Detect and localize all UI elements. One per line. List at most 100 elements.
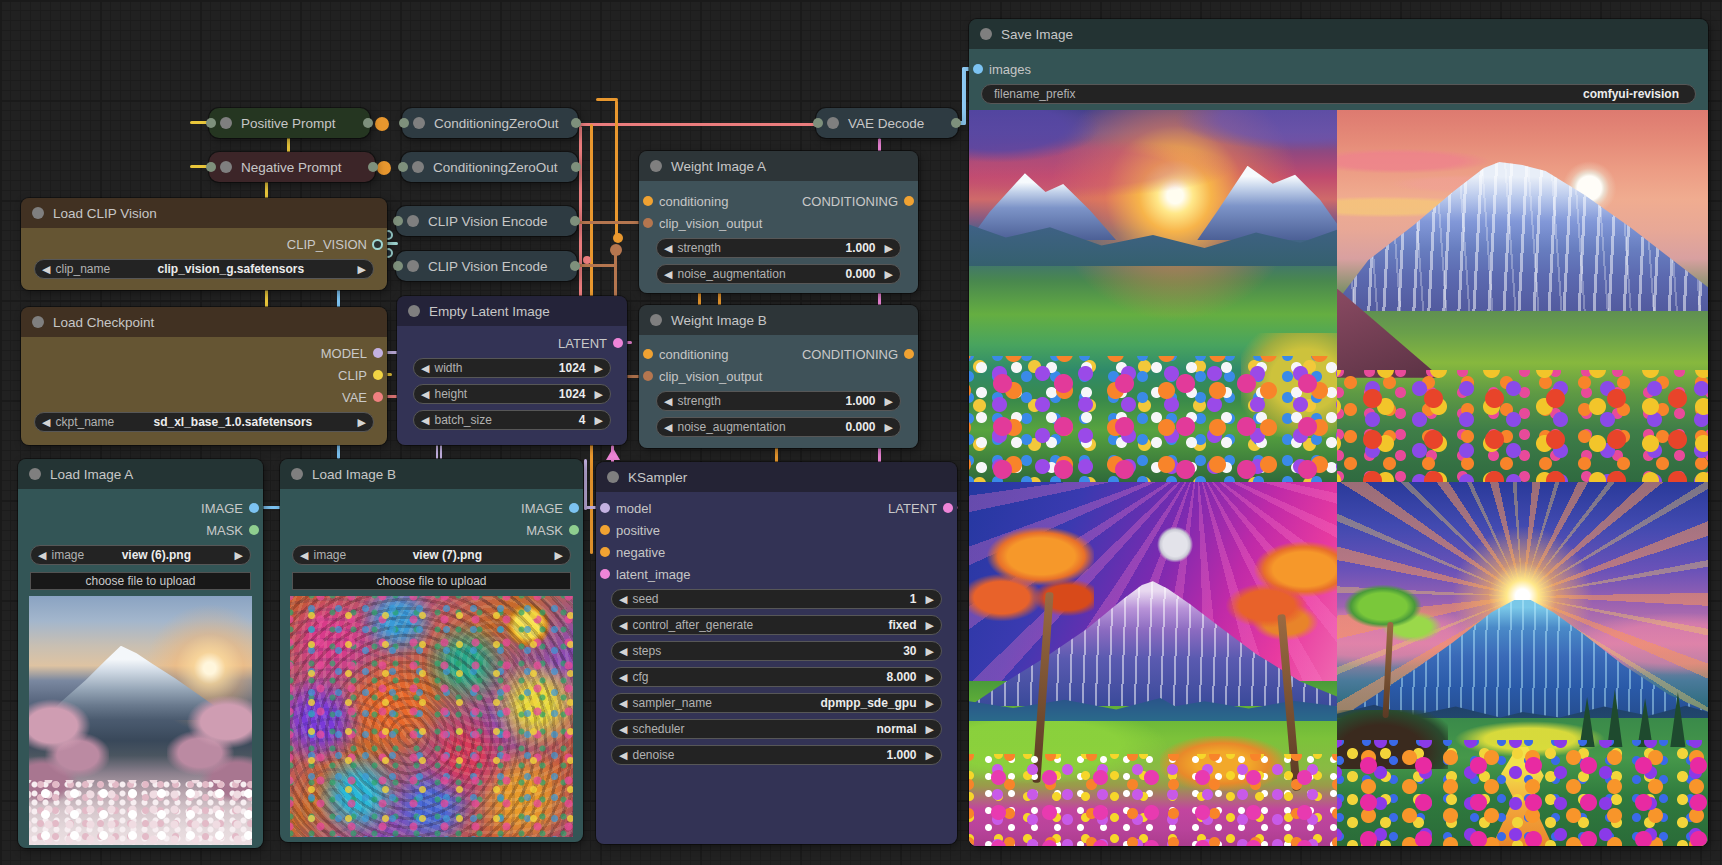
clip-vision-output-slot[interactable] <box>570 216 580 226</box>
increment-arrow[interactable]: ▶ <box>885 268 893 281</box>
MODEL-output-slot[interactable] <box>373 348 383 358</box>
conditioning-output-slot[interactable] <box>571 162 581 172</box>
samples-input-slot[interactable] <box>813 118 823 128</box>
collapse-dot[interactable] <box>413 117 425 129</box>
widget-image[interactable]: ◀imageview (7).png▶ <box>292 545 571 565</box>
CLIP-output-slot[interactable] <box>373 370 383 380</box>
increment-arrow[interactable]: ▶ <box>926 593 934 606</box>
decrement-arrow[interactable]: ◀ <box>421 362 429 375</box>
choose-file-button[interactable]: choose file to upload <box>30 572 251 590</box>
node-load-image-b[interactable]: Load Image B IMAGEMASK ◀imageview (7).pn… <box>280 459 583 842</box>
load-image-b-preview[interactable] <box>290 596 573 837</box>
clip_vision_output-input-slot[interactable] <box>643 218 653 228</box>
widget-denoise[interactable]: ◀denoise1.000▶ <box>611 745 942 765</box>
collapse-dot[interactable] <box>408 305 420 317</box>
model-input-slot[interactable] <box>600 503 610 513</box>
output-image-3[interactable] <box>969 482 1337 846</box>
node-load-checkpoint[interactable]: Load Checkpoint MODELCLIPVAE ◀ckpt_names… <box>21 307 387 445</box>
widget-height[interactable]: ◀height1024▶ <box>413 384 611 404</box>
conditioning-output-slot[interactable] <box>571 118 581 128</box>
latent_image-input-slot[interactable] <box>600 569 610 579</box>
link-junction-dot[interactable] <box>375 117 389 131</box>
decrement-arrow[interactable]: ◀ <box>664 421 672 434</box>
widget-noise_augmentation[interactable]: ◀noise_augmentation0.000▶ <box>656 264 901 284</box>
clip_vision_output-input-slot[interactable] <box>643 371 653 381</box>
image-output-slot[interactable] <box>951 118 961 128</box>
widget-control_after_generate[interactable]: ◀control_after_generatefixed▶ <box>611 615 942 635</box>
node-clip-vision-encode-1[interactable]: CLIP Vision Encode <box>396 206 577 236</box>
widget-clip_name[interactable]: ◀clip_nameclip_vision_g.safetensors▶ <box>34 259 374 279</box>
choose-file-button[interactable]: choose file to upload <box>292 572 571 590</box>
increment-arrow[interactable]: ▶ <box>358 416 366 429</box>
decrement-arrow[interactable]: ◀ <box>619 697 627 710</box>
decrement-arrow[interactable]: ◀ <box>619 749 627 762</box>
decrement-arrow[interactable]: ◀ <box>42 416 50 429</box>
decrement-arrow[interactable]: ◀ <box>421 388 429 401</box>
node-empty-latent-image[interactable]: Empty Latent Image LATENT ◀width1024▶◀he… <box>397 296 627 445</box>
decrement-arrow[interactable]: ◀ <box>619 593 627 606</box>
node-vae-decode[interactable]: VAE Decode <box>816 108 958 138</box>
link-junction-dot[interactable] <box>583 256 591 264</box>
decrement-arrow[interactable]: ◀ <box>664 268 672 281</box>
clip-vision-input-slot[interactable] <box>393 261 403 271</box>
clip-input-slot[interactable] <box>206 162 216 172</box>
widget-ckpt_name[interactable]: ◀ckpt_namesd_xl_base_1.0.safetensors▶ <box>34 412 374 432</box>
increment-arrow[interactable]: ▶ <box>595 362 603 375</box>
decrement-arrow[interactable]: ◀ <box>38 549 46 562</box>
collapse-dot[interactable] <box>650 314 662 326</box>
clip-vision-output-slot[interactable] <box>570 261 580 271</box>
collapse-dot[interactable] <box>220 161 232 173</box>
node-negative-prompt[interactable]: Negative Prompt <box>209 152 375 182</box>
increment-arrow[interactable]: ▶ <box>595 414 603 427</box>
increment-arrow[interactable]: ▶ <box>926 619 934 632</box>
node-save-image[interactable]: Save Image images ◀filename_prefixcomfyu… <box>969 19 1708 846</box>
increment-arrow[interactable]: ▶ <box>926 645 934 658</box>
decrement-arrow[interactable]: ◀ <box>300 549 308 562</box>
decrement-arrow[interactable]: ◀ <box>619 645 627 658</box>
output-image-1[interactable] <box>969 110 1337 482</box>
node-weight-image-b[interactable]: Weight Image B conditioningCONDITIONINGc… <box>639 305 918 448</box>
conditioning-input-slot[interactable] <box>643 196 653 206</box>
MASK-output-slot[interactable] <box>249 525 259 535</box>
increment-arrow[interactable]: ▶ <box>885 242 893 255</box>
decrement-arrow[interactable]: ◀ <box>619 619 627 632</box>
collapse-dot[interactable] <box>607 471 619 483</box>
collapse-dot[interactable] <box>827 117 839 129</box>
output-image-4[interactable] <box>1337 482 1708 846</box>
widget-sampler_name[interactable]: ◀sampler_namedpmpp_sde_gpu▶ <box>611 693 942 713</box>
widget-noise_augmentation[interactable]: ◀noise_augmentation0.000▶ <box>656 417 901 437</box>
widget-image[interactable]: ◀imageview (6).png▶ <box>30 545 251 565</box>
node-conditioning-zero-out-2[interactable]: ConditioningZeroOut <box>401 152 578 182</box>
LATENT-output-slot[interactable] <box>943 503 953 513</box>
increment-arrow[interactable]: ▶ <box>235 549 243 562</box>
conditioning-output-slot[interactable] <box>368 162 378 172</box>
positive-input-slot[interactable] <box>600 525 610 535</box>
conditioning-input-slot[interactable] <box>398 162 408 172</box>
increment-arrow[interactable]: ▶ <box>358 263 366 276</box>
decrement-arrow[interactable]: ◀ <box>664 395 672 408</box>
VAE-output-slot[interactable] <box>373 392 383 402</box>
clip-vision-input-slot[interactable] <box>393 216 403 226</box>
node-load-image-a[interactable]: Load Image A IMAGEMASK ◀imageview (6).pn… <box>18 459 263 848</box>
increment-arrow[interactable]: ▶ <box>555 549 563 562</box>
link-junction-dot[interactable] <box>613 233 623 243</box>
collapse-dot[interactable] <box>650 160 662 172</box>
node-positive-prompt[interactable]: Positive Prompt <box>209 108 370 138</box>
conditioning-input-slot[interactable] <box>399 118 409 128</box>
load-image-a-preview[interactable] <box>29 596 252 845</box>
increment-arrow[interactable]: ▶ <box>885 421 893 434</box>
collapse-dot[interactable] <box>980 28 992 40</box>
conditioning-input-slot[interactable] <box>643 349 653 359</box>
increment-arrow[interactable]: ▶ <box>926 671 934 684</box>
collapse-dot[interactable] <box>220 117 232 129</box>
increment-arrow[interactable]: ▶ <box>595 388 603 401</box>
increment-arrow[interactable]: ▶ <box>926 749 934 762</box>
collapse-dot[interactable] <box>407 260 419 272</box>
widget-cfg[interactable]: ◀cfg8.000▶ <box>611 667 942 687</box>
widget-strength[interactable]: ◀strength1.000▶ <box>656 391 901 411</box>
node-conditioning-zero-out-1[interactable]: ConditioningZeroOut <box>402 108 578 138</box>
widget-width[interactable]: ◀width1024▶ <box>413 358 611 378</box>
link-junction-dot[interactable] <box>610 244 622 256</box>
decrement-arrow[interactable]: ◀ <box>619 723 627 736</box>
decrement-arrow[interactable]: ◀ <box>421 414 429 427</box>
